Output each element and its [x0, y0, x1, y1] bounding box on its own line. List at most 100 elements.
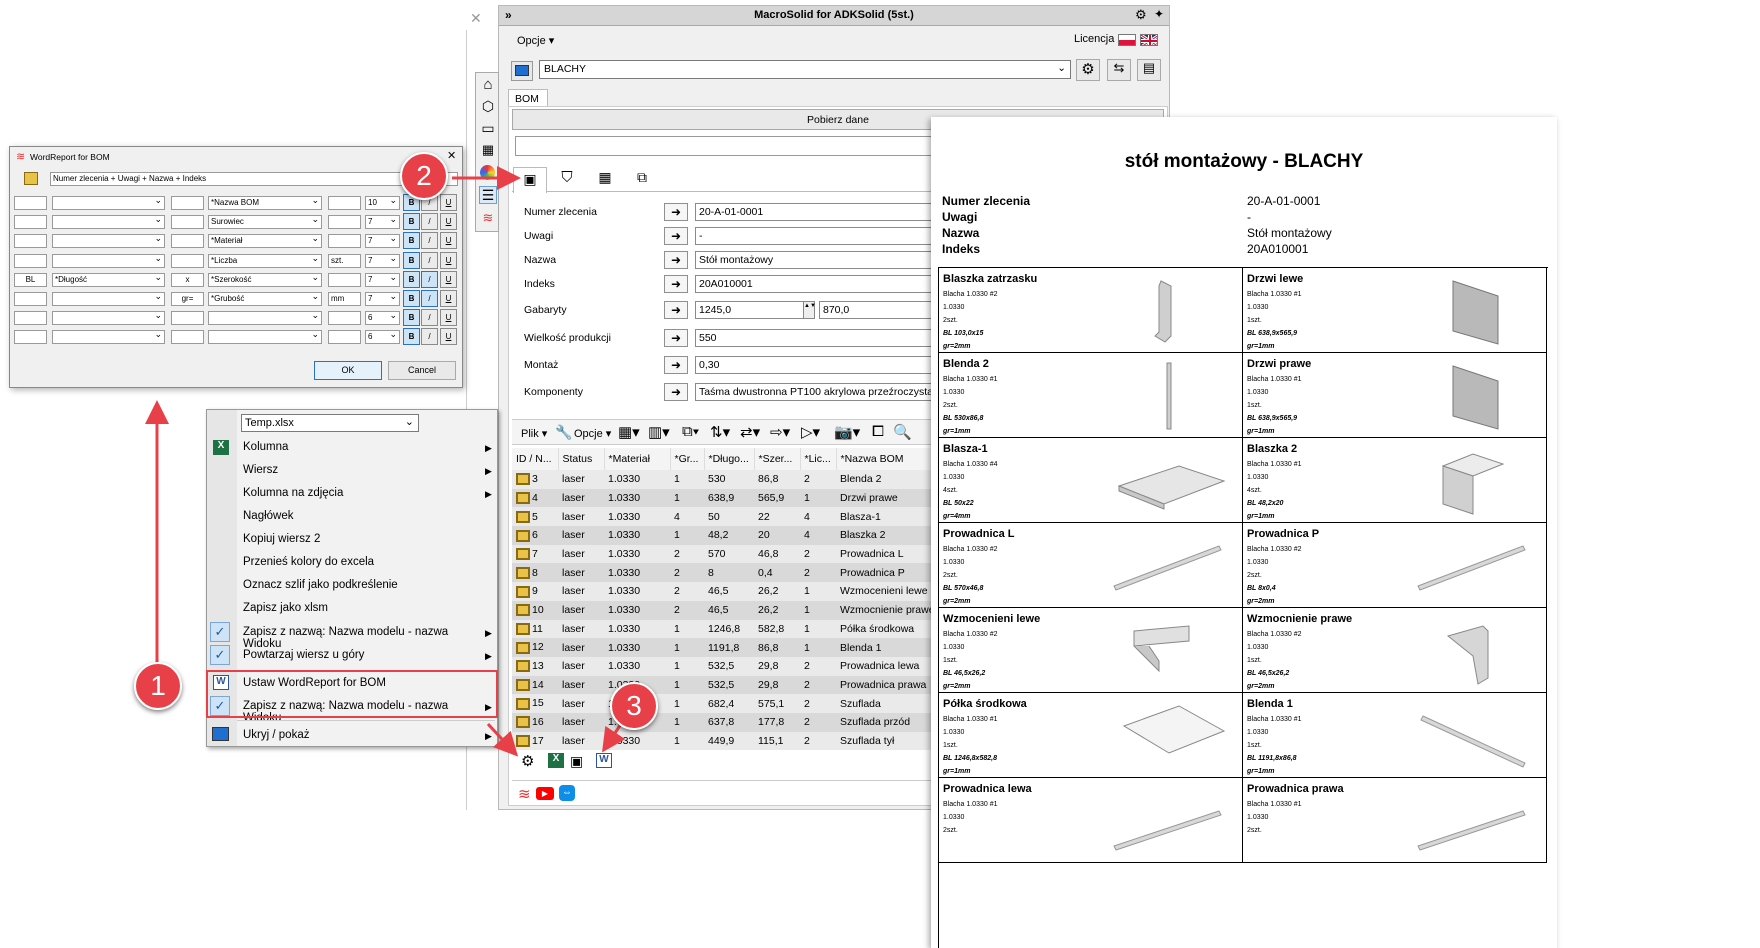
home-icon[interactable]: ⌂: [479, 76, 497, 94]
open-window-icon[interactable]: ⧠: [872, 423, 884, 440]
cube-icon[interactable]: ⬡: [479, 98, 497, 116]
wordreport-field-b[interactable]: [52, 311, 165, 326]
wordreport-field-a[interactable]: [14, 196, 47, 210]
sort-icon[interactable]: ⇅▾: [710, 423, 730, 441]
play-icon[interactable]: ▷▾: [801, 423, 820, 441]
wordreport-field-f[interactable]: 7: [365, 215, 400, 230]
underline-button[interactable]: U: [440, 290, 457, 307]
toolbar-options-menu[interactable]: Opcje ▾: [574, 427, 611, 440]
wordreport-field-d[interactable]: *Liczba: [208, 253, 322, 268]
list-icon[interactable]: ☰: [479, 186, 497, 204]
template-field[interactable]: Numer zlecenia + Uwagi + Nazwa + Indeks: [50, 172, 458, 186]
wordreport-field-b[interactable]: [52, 196, 165, 210]
menu-item[interactable]: Zapisz jako xlsm: [243, 602, 483, 614]
wordreport-field-f[interactable]: 6: [365, 311, 400, 326]
italic-button[interactable]: /: [421, 290, 438, 307]
youtube-icon[interactable]: ▶: [536, 787, 554, 800]
wordreport-field-a[interactable]: [14, 215, 47, 230]
table-row[interactable]: 3 laser 1.0330 1 530 86,8 2 Blenda 2: [512, 470, 932, 489]
menu-item[interactable]: Powtarzaj wiersz u góry: [243, 649, 483, 661]
column-header[interactable]: *Materiał: [604, 448, 671, 470]
wordreport-field-d[interactable]: *Grubość: [208, 292, 322, 306]
table-row[interactable]: 5 laser 1.0330 4 50 22 4 Blasza-1: [512, 507, 932, 527]
menu-item[interactable]: Przenieś kolory do excela: [243, 556, 483, 568]
table-row[interactable]: 4 laser 1.0330 1 638,9 565,9 1 Drzwi prawe: [512, 488, 932, 508]
menu-item[interactable]: Kopiuj wiersz 2: [243, 533, 483, 545]
underline-button[interactable]: U: [440, 270, 457, 288]
menu-item[interactable]: Kolumna: [243, 441, 483, 453]
grid-icon[interactable]: ▦▾: [618, 423, 640, 441]
bold-button[interactable]: B: [403, 270, 420, 288]
wordreport-field-e[interactable]: szt.: [328, 253, 361, 268]
bold-button[interactable]: B: [403, 232, 420, 250]
bold-button[interactable]: B: [403, 213, 420, 231]
sync-button[interactable]: ⇆: [1107, 59, 1131, 81]
color-wheel-icon[interactable]: [480, 165, 495, 180]
subtab-filter-icon[interactable]: ⛉: [551, 169, 583, 191]
settings-gear-icon[interactable]: ⚙: [521, 752, 534, 770]
table-row[interactable]: 16laser1.03301637,8177,82Szuflada przód: [512, 712, 932, 732]
wordreport-field-c[interactable]: [171, 311, 204, 326]
folder-icon[interactable]: ▭: [479, 120, 497, 138]
wordreport-field-b[interactable]: [52, 215, 165, 230]
underline-button[interactable]: U: [440, 328, 457, 346]
excel-icon[interactable]: X: [548, 753, 564, 768]
wordreport-field-a[interactable]: [14, 330, 47, 345]
italic-button[interactable]: /: [421, 251, 438, 269]
menu-item[interactable]: Nagłówek: [243, 510, 483, 522]
export-button[interactable]: ▤: [1137, 59, 1161, 81]
wordreport-field-a[interactable]: [14, 253, 47, 268]
wordreport-field-b[interactable]: [52, 292, 165, 306]
menu-item[interactable]: Ukryj / pokaż: [243, 729, 483, 741]
template-folder-icon[interactable]: [24, 172, 38, 185]
wordreport-field-a[interactable]: BL: [14, 272, 47, 287]
wordreport-field-b[interactable]: [52, 253, 165, 268]
subtab-copy-icon[interactable]: ⧉: [626, 169, 658, 191]
field-value[interactable]: -: [695, 227, 933, 245]
file-menu[interactable]: Plik ▾: [521, 427, 547, 440]
underline-button[interactable]: U: [440, 232, 457, 250]
columns-icon[interactable]: ▥▾: [648, 423, 670, 441]
wordreport-field-f[interactable]: 6: [365, 330, 400, 345]
wordreport-field-f[interactable]: 7: [365, 292, 400, 306]
wordreport-field-d[interactable]: [208, 330, 322, 345]
underline-button[interactable]: U: [440, 213, 457, 231]
italic-button[interactable]: /: [421, 232, 438, 250]
arrow-right-icon[interactable]: ➜: [664, 275, 688, 293]
subtab-folder[interactable]: ▣: [513, 167, 547, 193]
italic-button[interactable]: /: [421, 213, 438, 231]
column-header[interactable]: *Nazwa BOM: [836, 448, 932, 470]
arrow-right-icon[interactable]: ➜: [664, 251, 688, 269]
arrow-right-icon[interactable]: ➜: [664, 203, 688, 221]
wordreport-field-e[interactable]: [328, 234, 361, 249]
wrench-icon[interactable]: 🔧: [555, 424, 572, 441]
wordreport-field-c[interactable]: [171, 196, 204, 210]
wordreport-field-d[interactable]: *Materiał: [208, 234, 322, 249]
table-row[interactable]: 17 laser 1.0330 1 449,9 115,1 2 Szuflada tył: [512, 731, 932, 751]
table-row[interactable]: 9 laser 1.0330 2 46,5 26,2 1 Wzmocenieni lewe: [512, 582, 932, 601]
bold-button[interactable]: B: [403, 309, 420, 327]
column-header[interactable]: *Szer...: [754, 448, 801, 470]
italic-button[interactable]: /: [421, 328, 438, 346]
arrow-right-icon[interactable]: ➜: [664, 329, 688, 347]
wordreport-field-f[interactable]: 10: [365, 196, 400, 210]
wordreport-field-e[interactable]: [328, 311, 361, 326]
underline-button[interactable]: U: [440, 309, 457, 327]
field-value[interactable]: 550: [695, 329, 933, 347]
monitor-export-icon[interactable]: ▣: [570, 753, 583, 770]
copy-icon[interactable]: ⧉▾: [682, 423, 699, 440]
spinner-icon[interactable]: ▲▼: [803, 301, 816, 319]
field-value[interactable]: 20A010001: [695, 275, 933, 293]
table-row[interactable]: 14laser1.03301532,529,82Prowadnica prawa: [512, 675, 932, 695]
arrow-right-icon[interactable]: ➜: [664, 227, 688, 245]
wordreport-field-c[interactable]: [171, 330, 204, 345]
monitor-icon[interactable]: [511, 61, 533, 81]
flag-uk-icon[interactable]: [1140, 34, 1158, 46]
field-value[interactable]: 1245,0: [695, 301, 815, 319]
wordreport-field-b[interactable]: [52, 234, 165, 249]
move-icon[interactable]: ⇄▾: [740, 423, 760, 441]
wordreport-field-c[interactable]: [171, 234, 204, 249]
arrow-right-icon[interactable]: ➜: [664, 356, 688, 374]
wordreport-field-e[interactable]: [328, 272, 361, 287]
table-row[interactable]: 13 laser 1.0330 1 532,5 29,8 2 Prowadnica lewa: [512, 656, 932, 676]
